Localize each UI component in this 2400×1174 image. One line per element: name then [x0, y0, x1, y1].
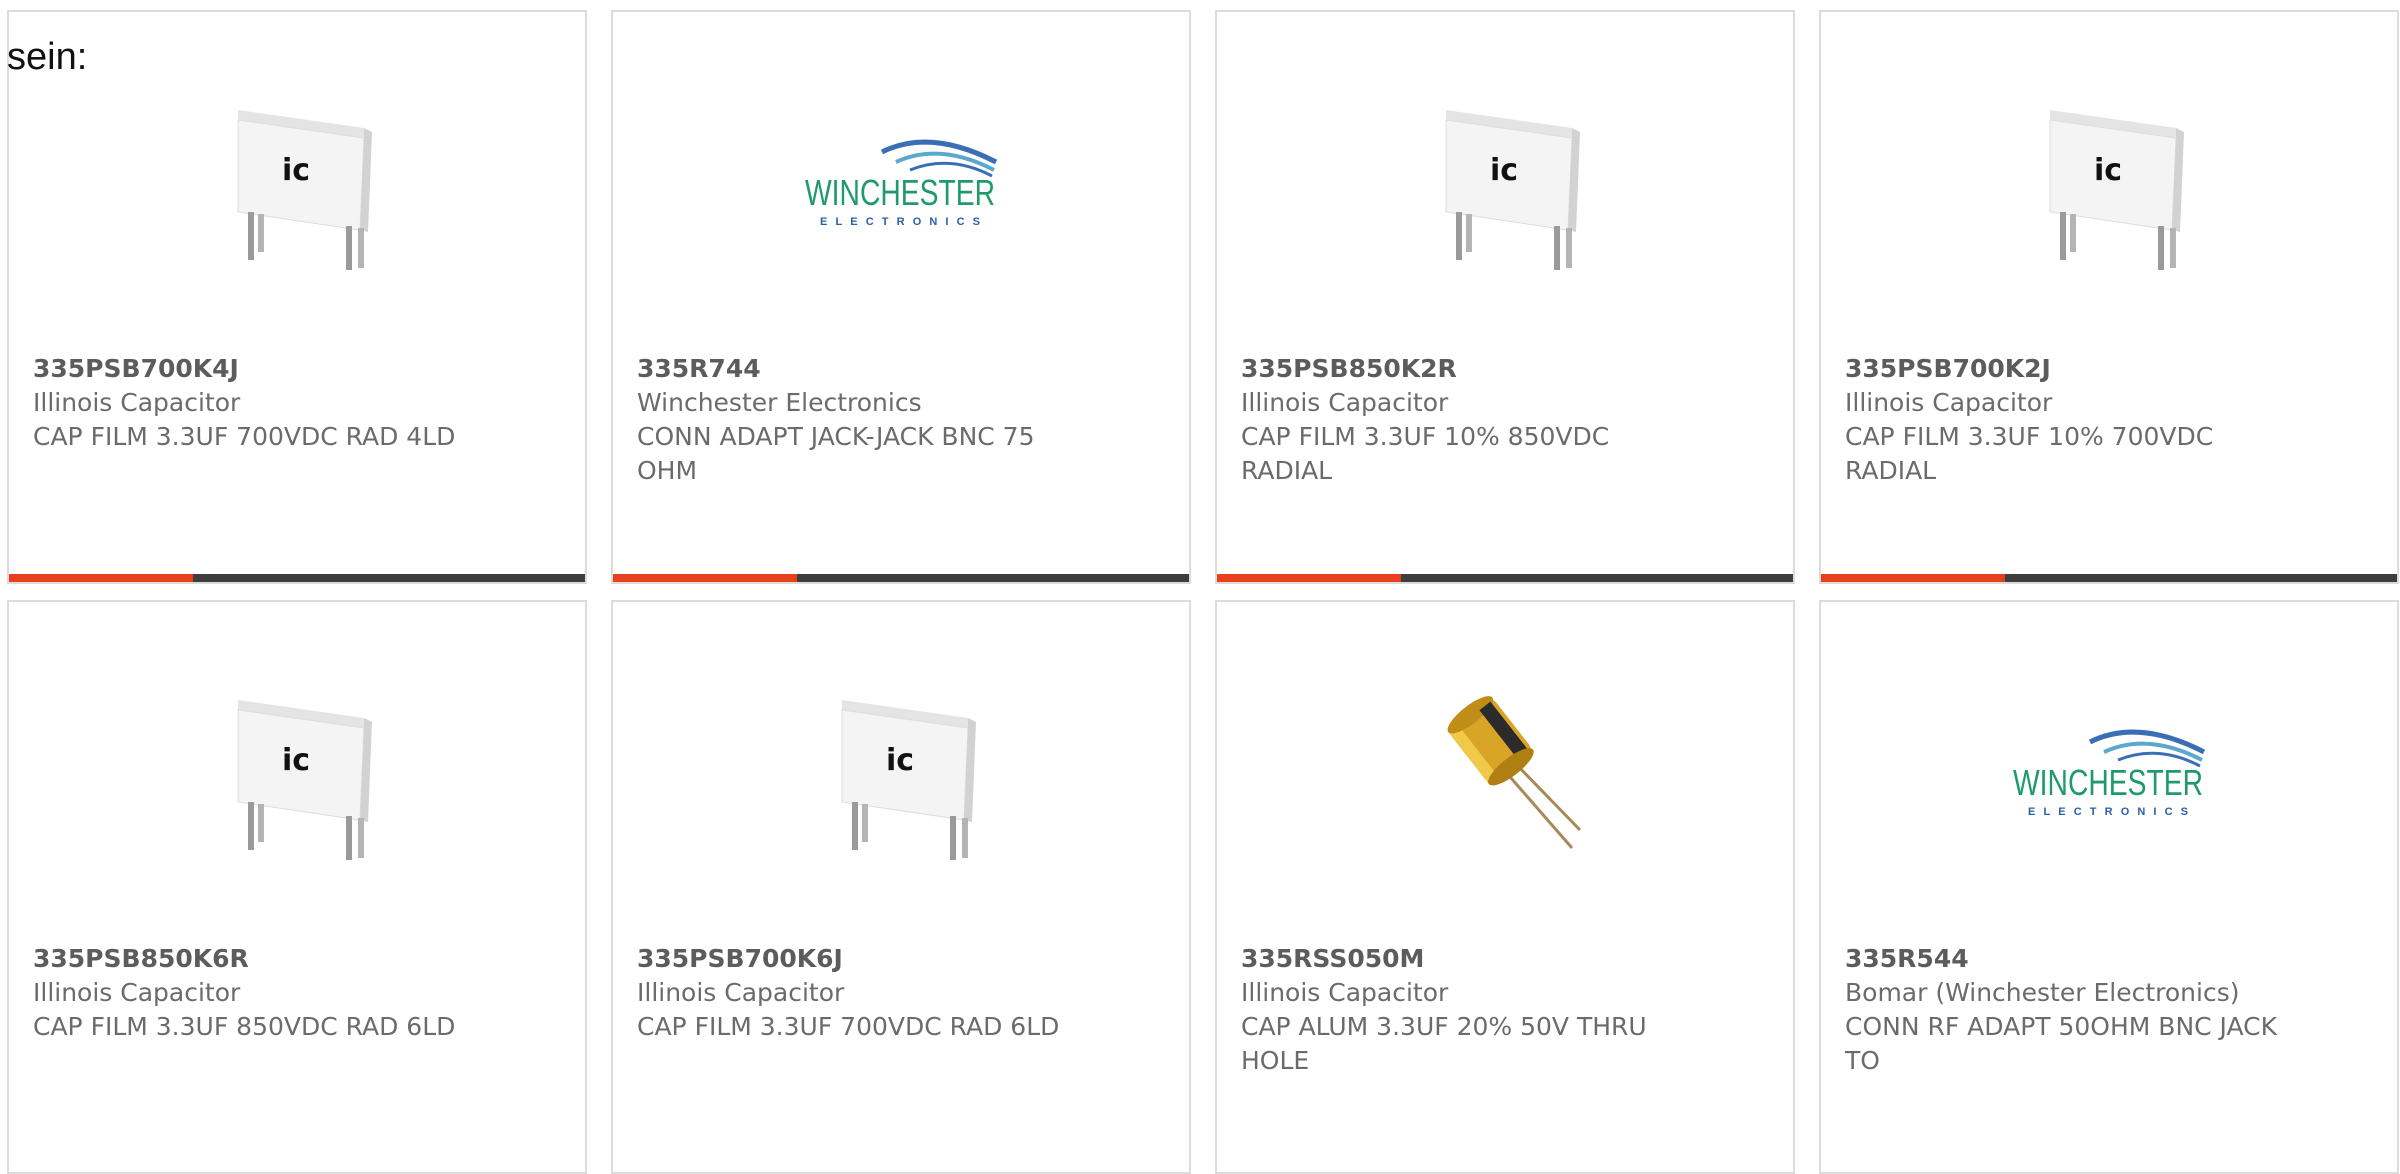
card-accent-bar-fill	[1821, 574, 2006, 582]
film-capacitor-image: ic	[196, 80, 396, 280]
product-card[interactable]: ic 335PSB700K6J Illinois Capacitor CAP F…	[611, 600, 1191, 1174]
description: CONN RF ADAPT 50OHM BNC JACK TO	[1845, 1012, 2277, 1075]
part-number[interactable]: 335RSS050M	[1241, 942, 1673, 976]
product-card[interactable]: ic 335PSB700K4J Illinois Capacitor CAP F…	[7, 10, 587, 584]
product-card[interactable]: ic 335PSB700K2J Illinois Capacitor CAP F…	[1819, 10, 2399, 584]
film-capacitor-image: ic	[2008, 80, 2208, 280]
part-number[interactable]: 335R744	[637, 352, 1069, 386]
part-number[interactable]: 335PSB700K4J	[33, 352, 465, 386]
svg-text:ic: ic	[886, 743, 914, 778]
svg-text:ELECTRONICS: ELECTRONICS	[2028, 806, 2188, 818]
product-card[interactable]: WINCHESTER ELECTRONICS 335R744 Wincheste…	[611, 10, 1191, 584]
card-accent-bar	[9, 574, 585, 582]
product-grid: ic 335PSB700K4J Illinois Capacitor CAP F…	[7, 10, 2399, 1174]
manufacturer: Illinois Capacitor	[1241, 388, 1449, 417]
card-accent-bar	[1821, 574, 2397, 582]
svg-text:ic: ic	[282, 153, 310, 188]
description: CONN ADAPT JACK-JACK BNC 75 OHM	[637, 422, 1035, 485]
manufacturer: Illinois Capacitor	[33, 388, 241, 417]
winchester-logo-image: WINCHESTER ELECTRONICS	[800, 80, 1000, 280]
manufacturer: Winchester Electronics	[637, 388, 922, 417]
card-accent-bar	[613, 574, 1189, 582]
description: CAP FILM 3.3UF 850VDC RAD 6LD	[33, 1012, 456, 1041]
description: CAP FILM 3.3UF 700VDC RAD 6LD	[637, 1012, 1060, 1041]
part-number[interactable]: 335R544	[1845, 942, 2277, 976]
card-accent-bar-fill	[1217, 574, 1402, 582]
svg-text:ic: ic	[2094, 153, 2122, 188]
description: CAP FILM 3.3UF 10% 700VDC RADIAL	[1845, 422, 2214, 485]
description: CAP ALUM 3.3UF 20% 50V THRU HOLE	[1241, 1012, 1647, 1075]
product-card[interactable]: 335RSS050M Illinois Capacitor CAP ALUM 3…	[1215, 600, 1795, 1174]
svg-text:ic: ic	[282, 743, 310, 778]
manufacturer: Illinois Capacitor	[637, 978, 845, 1007]
manufacturer: Illinois Capacitor	[33, 978, 241, 1007]
part-number[interactable]: 335PSB850K6R	[33, 942, 465, 976]
card-accent-bar	[1217, 574, 1793, 582]
product-card[interactable]: WINCHESTER ELECTRONICS 335R544 Bomar (Wi…	[1819, 600, 2399, 1174]
film-capacitor-image: ic	[800, 670, 1000, 870]
svg-text:WINCHESTER: WINCHESTER	[2013, 762, 2203, 803]
description: CAP FILM 3.3UF 700VDC RAD 4LD	[33, 422, 456, 451]
card-accent-bar-fill	[613, 574, 798, 582]
film-capacitor-image: ic	[1404, 80, 1604, 280]
part-number[interactable]: 335PSB700K2J	[1845, 352, 2277, 386]
product-card[interactable]: ic 335PSB850K6R Illinois Capacitor CAP F…	[7, 600, 587, 1174]
svg-text:ELECTRONICS: ELECTRONICS	[820, 216, 980, 228]
manufacturer: Illinois Capacitor	[1241, 978, 1449, 1007]
part-number[interactable]: 335PSB850K2R	[1241, 352, 1673, 386]
description: CAP FILM 3.3UF 10% 850VDC RADIAL	[1241, 422, 1610, 485]
winchester-logo-image: WINCHESTER ELECTRONICS	[2008, 670, 2208, 870]
part-number[interactable]: 335PSB700K6J	[637, 942, 1069, 976]
manufacturer: Bomar (Winchester Electronics)	[1845, 978, 2240, 1007]
electrolytic-capacitor-image	[1404, 670, 1604, 870]
product-card[interactable]: ic 335PSB850K2R Illinois Capacitor CAP F…	[1215, 10, 1795, 584]
film-capacitor-image: ic	[196, 670, 396, 870]
intro-text: sein:	[7, 36, 88, 78]
manufacturer: Illinois Capacitor	[1845, 388, 2053, 417]
card-accent-bar-fill	[9, 574, 194, 582]
svg-text:ic: ic	[1490, 153, 1518, 188]
svg-text:WINCHESTER: WINCHESTER	[805, 172, 995, 213]
